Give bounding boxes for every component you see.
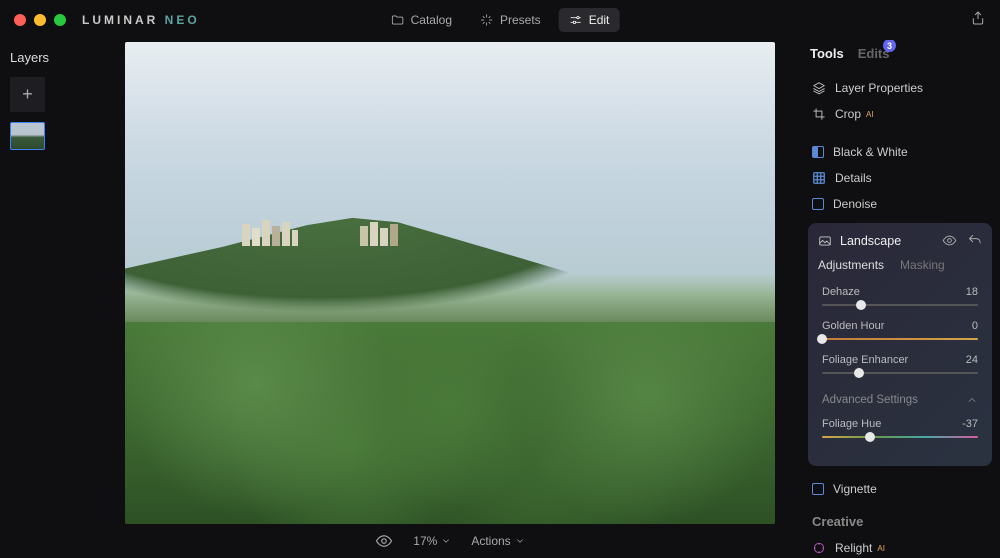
share-icon <box>970 10 986 26</box>
bw-icon <box>812 146 824 158</box>
nav-edit[interactable]: Edit <box>559 8 620 32</box>
share-button[interactable] <box>970 10 986 31</box>
slider-thumb <box>817 334 827 344</box>
relight-icon <box>812 541 826 555</box>
chevron-down-icon <box>441 536 451 546</box>
zoom-value: 17% <box>413 534 437 548</box>
maximize-window-icon[interactable] <box>54 14 66 26</box>
add-layer-button[interactable]: + <box>10 77 45 112</box>
layer-thumbnail[interactable] <box>10 122 45 150</box>
vignette-icon <box>812 483 824 495</box>
advanced-settings-toggle[interactable]: Advanced Settings <box>818 388 982 418</box>
nav-presets[interactable]: Presets <box>470 8 551 32</box>
landscape-panel: Landscape Adjustments Masking Dehaze18 G… <box>808 223 992 466</box>
chevron-up-icon <box>966 394 978 406</box>
tool-details[interactable]: Details <box>810 165 990 191</box>
slider-golden-hour[interactable]: Golden Hour0 <box>818 320 982 340</box>
folder-icon <box>391 13 405 27</box>
crop-icon <box>812 107 826 121</box>
visibility-icon[interactable] <box>375 532 393 550</box>
slider-dehaze[interactable]: Dehaze18 <box>818 286 982 306</box>
actions-dropdown[interactable]: Actions <box>471 534 524 548</box>
ai-badge: AI <box>877 544 885 553</box>
panel-title: Landscape <box>840 234 934 248</box>
nav-catalog[interactable]: Catalog <box>381 8 462 32</box>
image-canvas[interactable] <box>125 42 775 524</box>
slider-foliage-hue[interactable]: Foliage Hue-37 <box>818 418 982 438</box>
minimize-window-icon[interactable] <box>34 14 46 26</box>
details-icon <box>812 171 826 185</box>
subtab-adjustments[interactable]: Adjustments <box>818 258 884 272</box>
actions-label: Actions <box>471 534 510 548</box>
nav-catalog-label: Catalog <box>411 13 452 27</box>
subtab-masking[interactable]: Masking <box>900 258 945 272</box>
sparkle-icon <box>480 13 494 27</box>
chevron-down-icon <box>515 536 525 546</box>
window-controls[interactable] <box>14 14 66 26</box>
tool-black-white[interactable]: Black & White <box>810 139 990 165</box>
edits-badge: 3 <box>883 40 896 52</box>
slider-thumb <box>856 300 866 310</box>
zoom-dropdown[interactable]: 17% <box>413 534 451 548</box>
denoise-icon <box>812 198 824 210</box>
tool-vignette[interactable]: Vignette <box>810 476 990 502</box>
tool-relight[interactable]: RelightAI <box>810 535 990 558</box>
tab-tools[interactable]: Tools <box>810 46 844 61</box>
layers-title: Layers <box>10 50 90 65</box>
nav-presets-label: Presets <box>500 13 541 27</box>
sliders-icon <box>569 13 583 27</box>
reset-icon[interactable] <box>967 233 982 248</box>
tool-denoise[interactable]: Denoise <box>810 191 990 217</box>
app-logo: LUMINAR NEO <box>82 13 200 27</box>
tool-layer-properties[interactable]: Layer Properties <box>810 75 990 101</box>
tool-crop[interactable]: CropAI <box>810 101 990 127</box>
nav-edit-label: Edit <box>589 13 610 27</box>
section-creative: Creative <box>810 502 990 535</box>
ai-badge: AI <box>866 110 874 119</box>
eye-icon[interactable] <box>942 233 957 248</box>
slider-foliage-enhancer[interactable]: Foliage Enhancer24 <box>818 354 982 374</box>
landscape-icon <box>818 234 832 248</box>
close-window-icon[interactable] <box>14 14 26 26</box>
slider-thumb <box>865 432 875 442</box>
slider-thumb <box>854 368 864 378</box>
layers-icon <box>812 81 826 95</box>
